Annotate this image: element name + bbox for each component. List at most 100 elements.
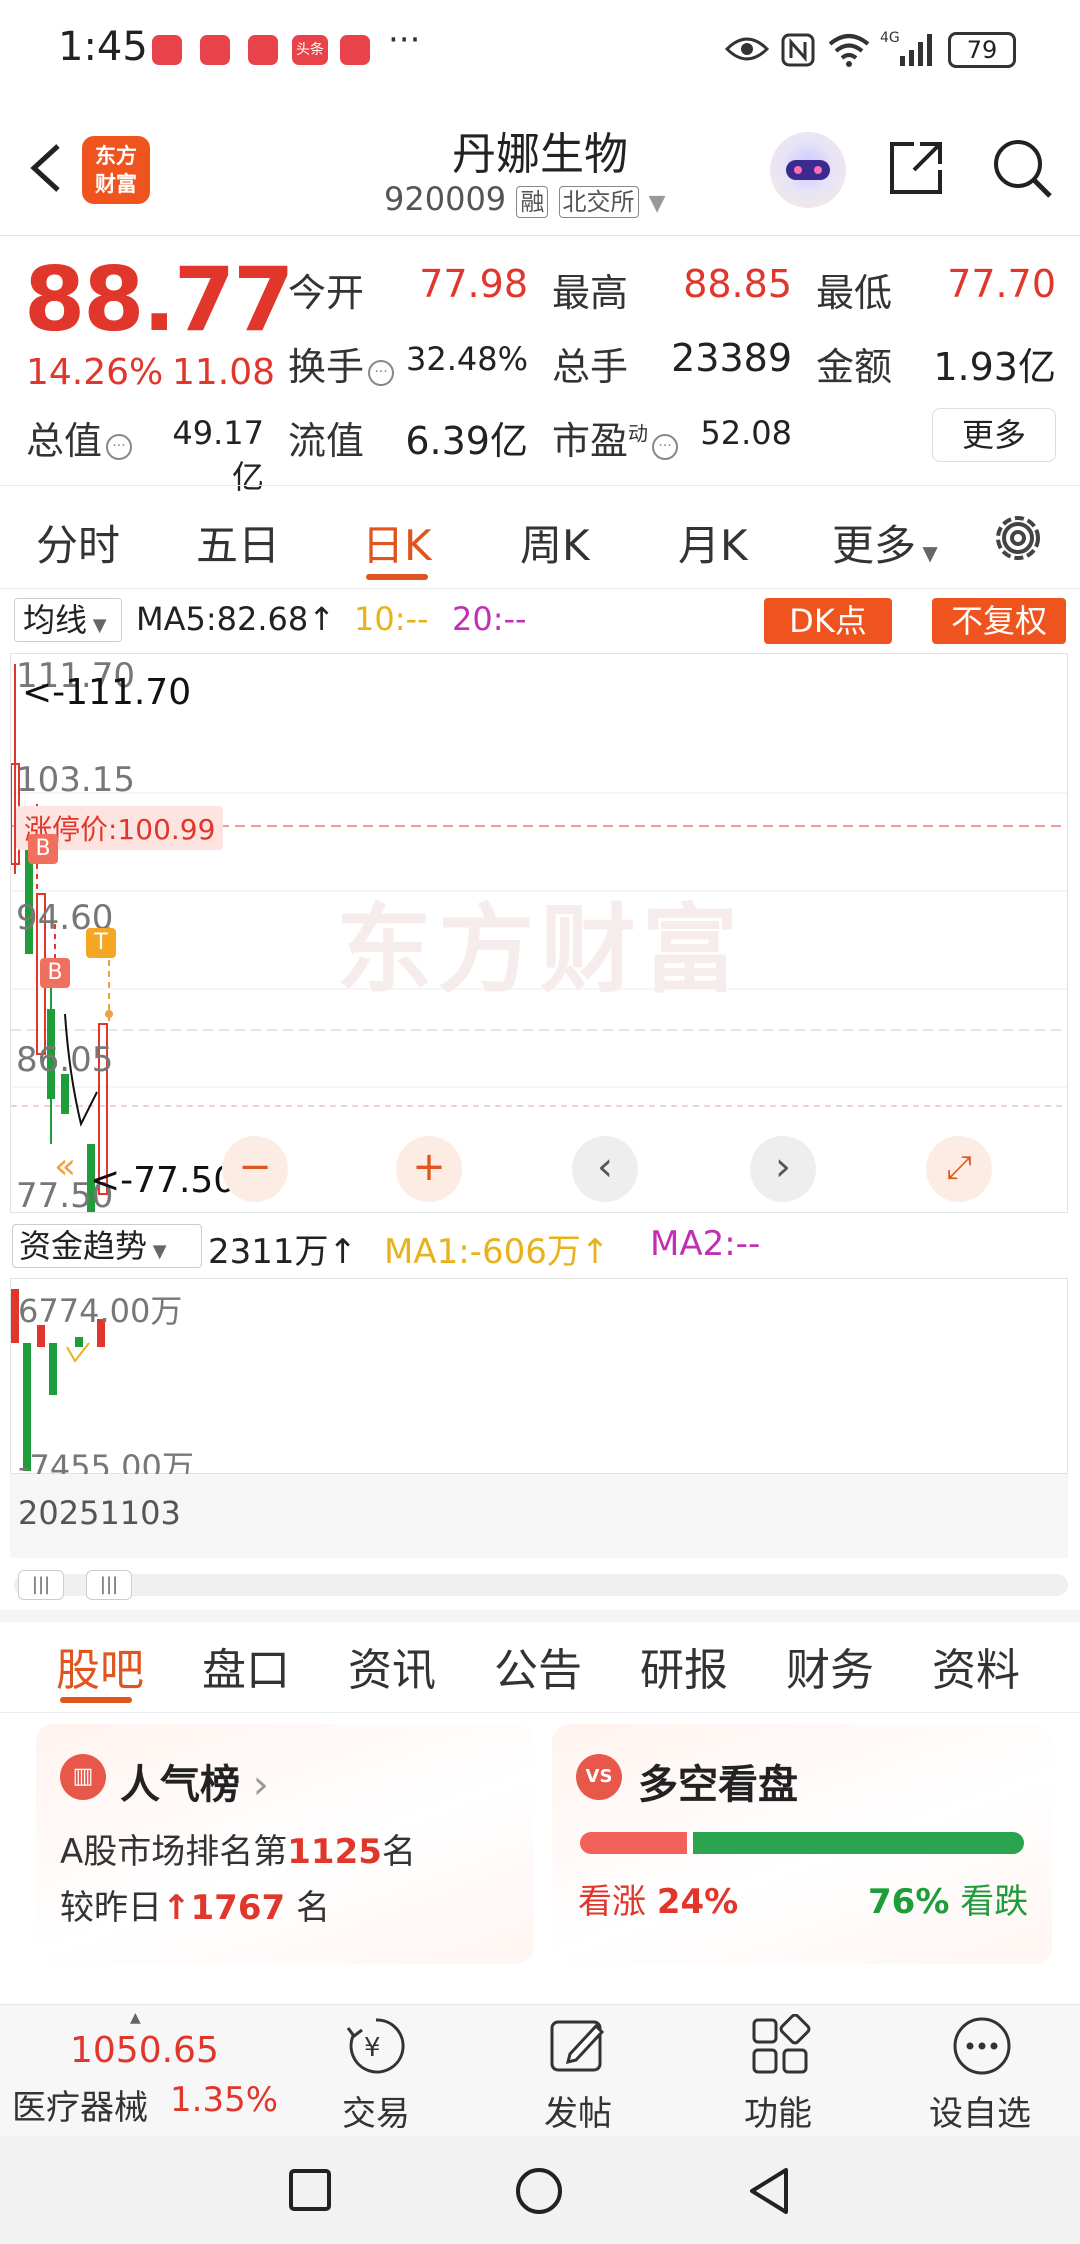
scroll-left-double-icon[interactable]: «	[54, 1146, 76, 1187]
tab-month-k[interactable]: 月K	[678, 512, 748, 573]
dk-point-button[interactable]: DK点	[764, 598, 892, 644]
bearish-percent: 76%	[868, 1882, 950, 1922]
post-icon[interactable]	[546, 2014, 610, 2078]
buy-marker[interactable]: B	[28, 834, 58, 864]
share-icon[interactable]	[884, 136, 948, 200]
tab-order-book[interactable]: 盘口	[202, 1634, 290, 1698]
tab-finance[interactable]: 财务	[786, 1634, 874, 1698]
bearish-label-text: 看跌	[960, 1882, 1029, 1922]
buy-marker[interactable]: B	[40, 958, 70, 988]
home-icon[interactable]	[514, 2166, 564, 2216]
pe-label-text: 市盈	[552, 419, 629, 463]
info-icon[interactable]: ···	[652, 434, 679, 460]
open-value: 77.98	[419, 262, 528, 306]
back-nav-icon[interactable]	[746, 2166, 792, 2216]
scroll-handle-left[interactable]: |||	[18, 1570, 64, 1600]
add-watchlist-icon[interactable]	[950, 2014, 1014, 2078]
trade-label[interactable]: 交易	[306, 2086, 446, 2135]
rank-change-prefix: 较昨日	[60, 1888, 162, 1928]
info-icon[interactable]: ···	[106, 434, 133, 460]
app-notification-icon	[152, 35, 182, 65]
flow-value: 2311万↑	[208, 1224, 357, 1273]
candle	[61, 1074, 69, 1114]
move-left-button[interactable]: ‹	[572, 1136, 638, 1202]
open-label: 今开	[288, 271, 365, 315]
max-price-label: <-111.70	[22, 672, 192, 713]
grid-apps-icon[interactable]	[748, 2014, 812, 2078]
status-time: 1:45	[58, 24, 148, 70]
indicator-select[interactable]: 均线 ▼	[14, 598, 122, 642]
tab-more-label: 更多	[832, 521, 917, 570]
rank-change-value: 1767	[190, 1888, 286, 1928]
section-divider	[0, 1610, 1080, 1622]
ai-robot-icon[interactable]	[770, 132, 846, 208]
tab-forum[interactable]: 股吧	[56, 1634, 144, 1698]
ma10-value: 10:--	[354, 600, 429, 638]
trade-marker[interactable]: T	[86, 928, 116, 958]
signal-4g-icon: 4G	[880, 30, 932, 66]
float-value: 6.39亿	[405, 419, 528, 463]
fullscreen-icon[interactable]: ⤢	[926, 1136, 992, 1202]
gear-icon[interactable]	[988, 508, 1048, 568]
low-value: 77.70	[947, 262, 1056, 306]
zoom-in-button[interactable]: +	[396, 1136, 462, 1202]
rank-change-line: 较昨日↑1767 名	[60, 1880, 330, 1929]
mcap-label-text: 总值	[26, 419, 103, 463]
divider	[0, 1712, 1080, 1713]
sector-name[interactable]: 医疗器械	[12, 2080, 148, 2129]
date-label: 20251103	[18, 1494, 181, 1532]
tab-more[interactable]: 更多 ▼	[832, 512, 938, 573]
tab-day-k[interactable]: 日K	[362, 512, 432, 573]
ranking-icon: ▥	[60, 1754, 106, 1800]
pe-value: 52.08	[700, 414, 792, 452]
sector-index-value[interactable]: 1050.65	[70, 2030, 219, 2071]
change-amount: 11.08	[172, 352, 276, 393]
stock-code-row[interactable]: 920009 融 北交所 ▼	[384, 180, 666, 218]
divider	[0, 485, 1080, 486]
vs-icon: VS	[576, 1754, 622, 1800]
add-watchlist-label[interactable]: 设自选	[910, 2086, 1050, 2135]
rank-change-suffix: 名	[285, 1888, 330, 1928]
tab-research[interactable]: 研报	[640, 1634, 728, 1698]
chart-scrollbar[interactable]	[14, 1574, 1068, 1596]
margin-tag: 融	[516, 186, 549, 218]
tab-intraday[interactable]: 分时	[36, 512, 120, 573]
tab-week-k[interactable]: 周K	[520, 512, 590, 573]
app-notification-icon	[248, 35, 278, 65]
amount-label: 金额	[816, 345, 893, 389]
rank-suffix: 名	[381, 1832, 416, 1872]
arrow-up-icon: ↑	[328, 1232, 358, 1272]
recent-apps-icon[interactable]	[288, 2168, 332, 2212]
post-label[interactable]: 发帖	[508, 2086, 648, 2135]
y-tick: 86.05	[16, 1040, 114, 1080]
nfc-icon	[781, 33, 815, 67]
tab-announcements[interactable]: 公告	[494, 1634, 582, 1698]
eye-icon	[724, 37, 770, 61]
scroll-handle-right[interactable]: |||	[86, 1570, 132, 1600]
flow-ma2: MA2:--	[650, 1224, 761, 1264]
search-icon[interactable]	[990, 136, 1054, 200]
indicator-select-label: 均线	[23, 601, 88, 639]
flow-max-label: 6774.00万	[18, 1292, 183, 1330]
tab-news[interactable]: 资讯	[348, 1634, 436, 1698]
trade-icon[interactable]: ¥	[344, 2014, 408, 2078]
move-right-button[interactable]: ›	[750, 1136, 816, 1202]
battery-icon: 79	[948, 32, 1016, 68]
arrow-up-icon: ↑	[580, 1232, 610, 1272]
zoom-out-button[interactable]: −	[222, 1136, 288, 1202]
flow-ma1-text: MA1:-606万	[384, 1232, 581, 1272]
stock-code: 920009	[384, 180, 507, 218]
turnover-label-text: 换手	[288, 345, 365, 389]
functions-label[interactable]: 功能	[708, 2086, 848, 2135]
tab-five-day[interactable]: 五日	[196, 512, 280, 573]
tab-profile[interactable]: 资料	[932, 1634, 1020, 1698]
more-quote-button[interactable]: 更多	[932, 408, 1056, 462]
divider	[0, 235, 1080, 236]
arrow-up-icon: ↑	[162, 1888, 191, 1928]
no-adjust-button[interactable]: 不复权	[932, 598, 1066, 644]
caret-up-icon: ▲	[130, 2010, 141, 2026]
info-icon[interactable]: ···	[368, 360, 395, 386]
bullish-label-text: 看涨	[578, 1882, 646, 1922]
watermark: 东方财富	[336, 894, 744, 1006]
flow-indicator-select[interactable]: 资金趋势 ▼	[12, 1224, 202, 1268]
